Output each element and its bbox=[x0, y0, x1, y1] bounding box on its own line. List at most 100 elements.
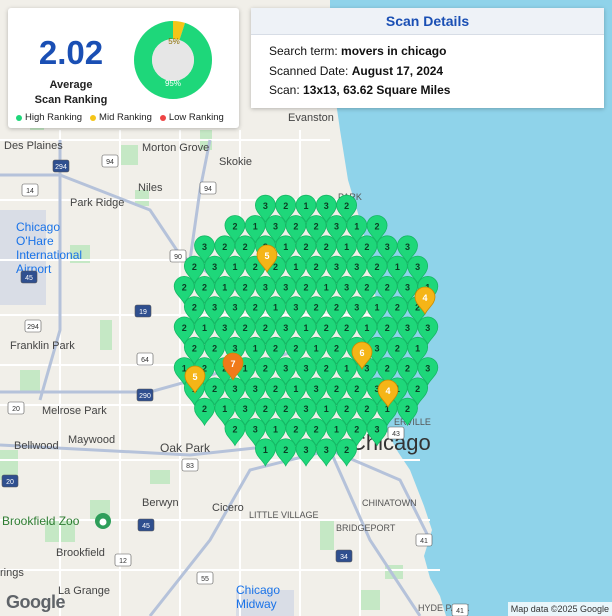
pin-rank-label: 2 bbox=[415, 384, 420, 394]
pin-rank-label: 2 bbox=[243, 242, 248, 252]
google-logo: Google bbox=[6, 592, 66, 612]
label-bridgeport: BRIDGEPORT bbox=[336, 523, 396, 533]
legend-mid-dot bbox=[90, 114, 97, 121]
pin-rank-label: 2 bbox=[283, 445, 288, 455]
pin-rank-label: 5 bbox=[192, 372, 197, 382]
pin-rank-label: 1 bbox=[222, 282, 227, 292]
label-cicero: Cicero bbox=[212, 502, 244, 514]
pin-rank-label: 2 bbox=[263, 404, 268, 414]
pin-rank-label: 3 bbox=[283, 364, 288, 374]
pin-rank-label: 2 bbox=[182, 323, 187, 333]
pin-rank-label: 2 bbox=[243, 323, 248, 333]
pin-rank-label: 1 bbox=[415, 343, 420, 353]
highway-shield-number: 290 bbox=[139, 393, 151, 400]
label-niles: Niles bbox=[138, 182, 163, 194]
pin-rank-label: 2 bbox=[324, 242, 329, 252]
pin-rank-label: 1 bbox=[253, 343, 258, 353]
pin-rank-label: 2 bbox=[385, 323, 390, 333]
pin-rank-label: 3 bbox=[293, 303, 298, 313]
pin-rank-label: 1 bbox=[344, 242, 349, 252]
ranking-donut-chart: 95% 5% bbox=[134, 21, 212, 99]
pin-rank-label: 2 bbox=[232, 425, 237, 435]
pin-rank-label: 2 bbox=[192, 343, 197, 353]
pin-rank-label: 2 bbox=[243, 282, 248, 292]
highway-shield-number: 294 bbox=[55, 164, 67, 171]
highway-shield-icon: 34 bbox=[335, 549, 353, 563]
pin-rank-label: 2 bbox=[385, 364, 390, 374]
pin-rank-label: 2 bbox=[283, 404, 288, 414]
highway-shield-number: 43 bbox=[392, 431, 400, 438]
highway-shield-icon: 90 bbox=[169, 249, 187, 263]
highway-shield-number: 20 bbox=[6, 479, 14, 486]
pin-rank-label: 3 bbox=[405, 282, 410, 292]
pin-rank-label: 2 bbox=[344, 323, 349, 333]
pin-rank-label: 1 bbox=[344, 364, 349, 374]
highway-shield-number: 94 bbox=[204, 186, 212, 193]
pin-rank-label: 2 bbox=[192, 303, 197, 313]
pin-rank-label: 2 bbox=[324, 364, 329, 374]
scan-size-value: 13x13, 63.62 Square Miles bbox=[303, 83, 451, 97]
pin-rank-label: 1 bbox=[324, 404, 329, 414]
highway-shield-icon: 294 bbox=[52, 159, 70, 173]
pin-rank-label: 6 bbox=[359, 348, 364, 358]
highway-shield-number: 41 bbox=[420, 538, 428, 545]
highway-shield-icon: 12 bbox=[114, 553, 132, 567]
pin-rank-label: 2 bbox=[364, 404, 369, 414]
pin-rank-label: 2 bbox=[192, 262, 197, 272]
label-ohare-2: O'Hare bbox=[16, 234, 54, 248]
pin-rank-label: 3 bbox=[222, 323, 227, 333]
ranking-legend: High Ranking Mid Ranking Low Ranking bbox=[16, 112, 244, 123]
pin-rank-label: 3 bbox=[354, 262, 359, 272]
highway-shield-icon: 94 bbox=[199, 181, 217, 195]
pin-rank-label: 2 bbox=[212, 343, 217, 353]
pin-rank-label: 2 bbox=[293, 222, 298, 232]
pin-rank-label: 3 bbox=[273, 222, 278, 232]
highway-shield-number: 14 bbox=[26, 188, 34, 195]
pin-rank-label: 2 bbox=[375, 262, 380, 272]
highway-shield-number: 19 bbox=[139, 309, 147, 316]
search-term-row: Search term: movers in chicago bbox=[269, 44, 446, 58]
pin-rank-label: 2 bbox=[395, 303, 400, 313]
search-term-label: Search term: bbox=[269, 44, 338, 58]
average-label-line2: Scan Ranking bbox=[34, 94, 108, 106]
pin-rank-label: 1 bbox=[253, 222, 258, 232]
pin-rank-label: 2 bbox=[375, 222, 380, 232]
pin-rank-label: 3 bbox=[385, 242, 390, 252]
pin-rank-label: 3 bbox=[303, 445, 308, 455]
label-midway-1: Chicago bbox=[236, 583, 280, 597]
pin-rank-label: 1 bbox=[364, 323, 369, 333]
pin-rank-label: 1 bbox=[303, 323, 308, 333]
pin-rank-label: 2 bbox=[314, 425, 319, 435]
legend-low-label: Low Ranking bbox=[168, 112, 224, 123]
pin-rank-label: 1 bbox=[375, 303, 380, 313]
label-brookfield-zoo: Brookfield Zoo bbox=[2, 514, 80, 528]
pin-rank-label: 1 bbox=[395, 262, 400, 272]
average-ranking-value: 2.02 bbox=[38, 34, 104, 71]
highway-shield-icon: 19 bbox=[134, 304, 152, 318]
label-maywood: Maywood bbox=[68, 434, 115, 446]
pin-rank-label: 2 bbox=[314, 303, 319, 313]
pin-rank-label: 2 bbox=[253, 262, 258, 272]
average-label-line1: Average bbox=[49, 79, 93, 91]
pin-rank-label: 3 bbox=[232, 303, 237, 313]
average-ranking-label: Average Scan Ranking bbox=[20, 78, 122, 108]
pin-rank-label: 3 bbox=[232, 343, 237, 353]
highway-shield-number: 45 bbox=[142, 523, 150, 530]
pin-rank-label: 1 bbox=[222, 404, 227, 414]
legend-mid: Mid Ranking bbox=[90, 112, 152, 123]
label-chinatown: CHINATOWN bbox=[362, 498, 417, 508]
donut-high-label: 95% bbox=[165, 79, 181, 88]
highway-shield-number: 12 bbox=[119, 558, 127, 565]
pin-rank-label: 2 bbox=[354, 384, 359, 394]
pin-rank-label: 1 bbox=[324, 282, 329, 292]
map-attribution[interactable]: Map data ©2025 Google bbox=[507, 602, 612, 616]
pin-rank-label: 3 bbox=[303, 364, 308, 374]
pin-rank-label: 1 bbox=[293, 384, 298, 394]
pin-rank-label: 2 bbox=[334, 384, 339, 394]
zoo-icon bbox=[95, 513, 111, 529]
pin-rank-label: 2 bbox=[202, 404, 207, 414]
highway-shield-number: 34 bbox=[340, 554, 348, 561]
highway-shield-number: 83 bbox=[186, 463, 194, 470]
pin-rank-label: 1 bbox=[202, 323, 207, 333]
highway-shield-icon: 290 bbox=[136, 388, 154, 402]
